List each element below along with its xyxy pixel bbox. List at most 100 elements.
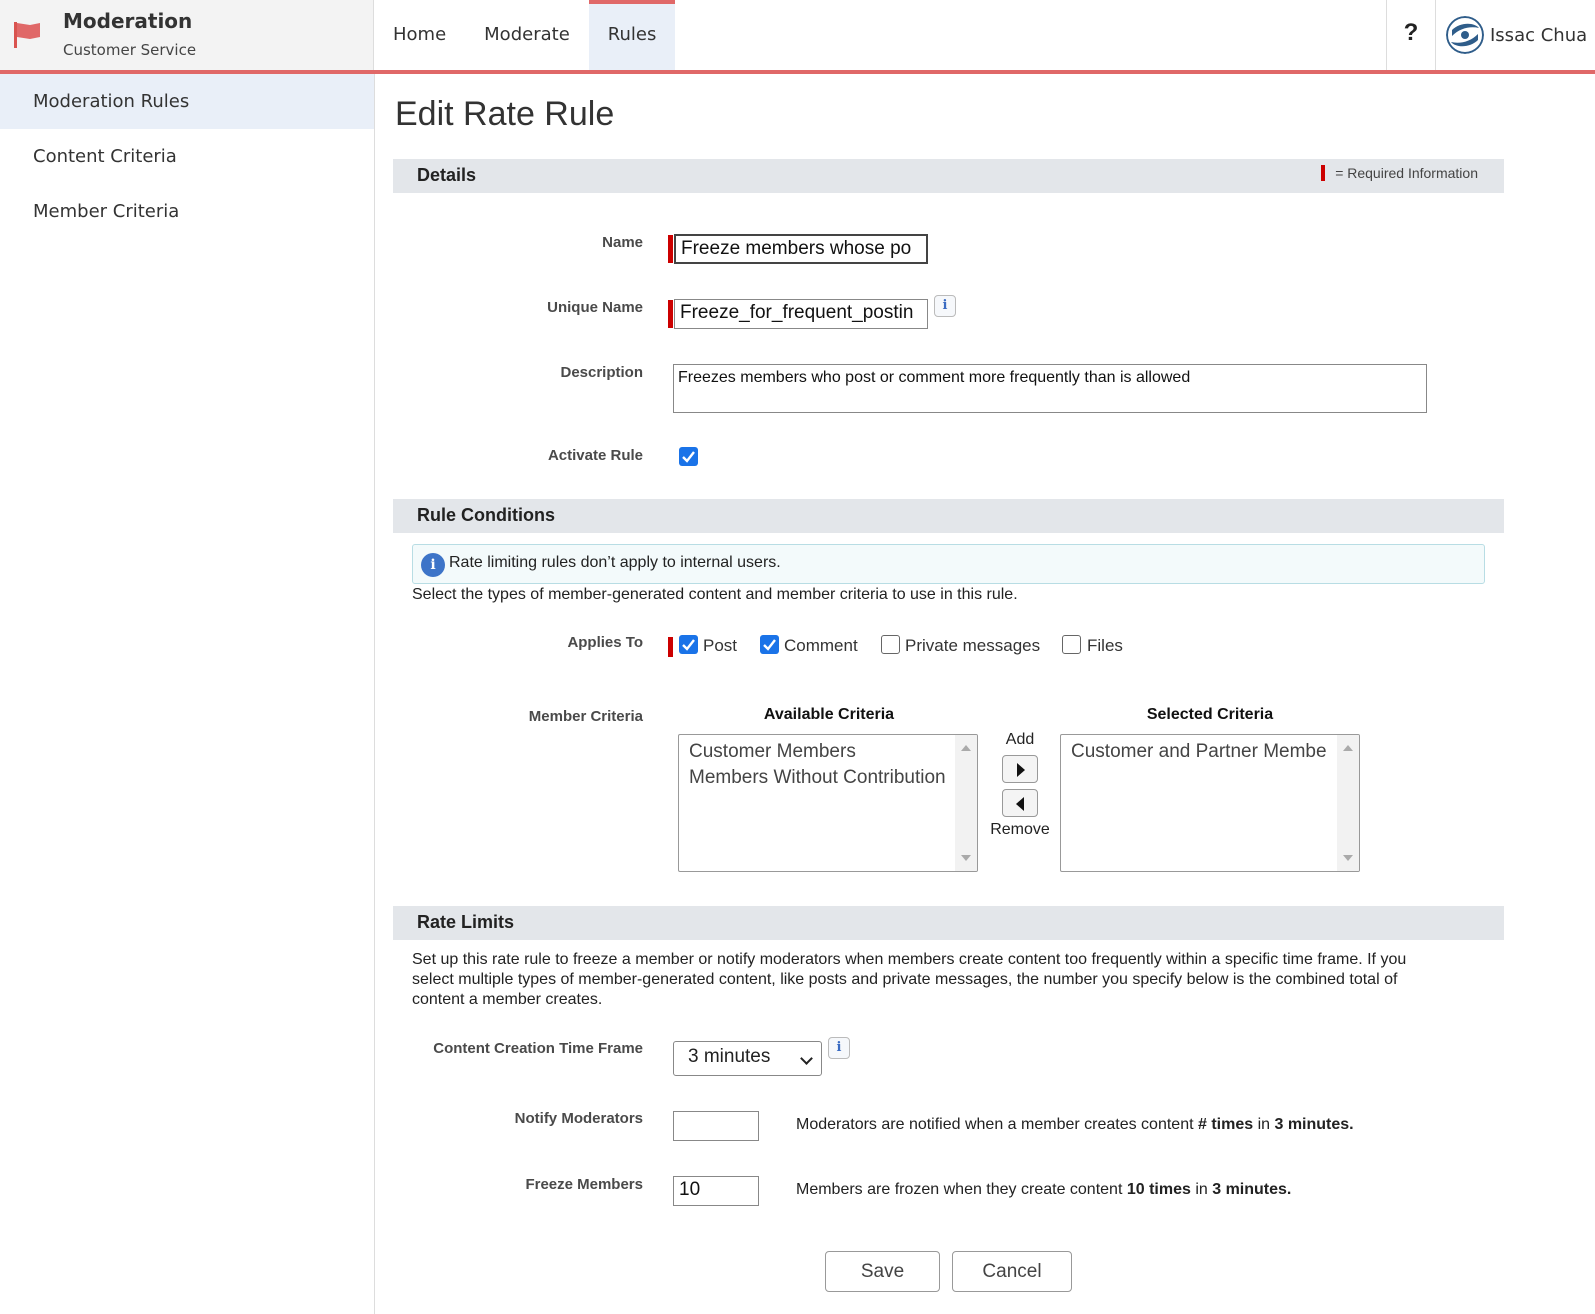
time-frame-info-icon[interactable]: i [828,1037,850,1059]
selected-criteria-heading: Selected Criteria [1146,706,1274,723]
sidebar: Moderation Rules Content Criteria Member… [0,74,375,1314]
notice-text: Rate limiting rules don’t apply to inter… [449,554,781,571]
comment-label[interactable]: Comment [784,636,858,656]
applies-to-label: Applies To [567,634,643,651]
conditions-instructions: Select the types of member-generated con… [412,586,1018,603]
files-checkbox[interactable] [1062,635,1081,654]
applies-to-required-marker [668,637,673,657]
scroll-up-icon [961,745,971,751]
required-legend-text: = Required Information [1335,165,1478,181]
save-button[interactable]: Save [825,1251,940,1292]
private-messages-label[interactable]: Private messages [905,636,1040,656]
scroll-down-icon [1343,855,1353,861]
checkmark-icon [682,451,695,463]
tab-moderate[interactable]: Moderate [465,0,589,70]
page-title: Edit Rate Rule [395,95,615,133]
notify-duration: 3 minutes. [1274,1116,1354,1133]
time-frame-label: Content Creation Time Frame [433,1040,643,1057]
checkmark-icon [682,639,695,651]
info-notice: i Rate limiting rules don’t apply to int… [412,544,1485,584]
top-bar: Moderation Customer Service Home Moderat… [0,0,1595,74]
details-section-header: Details = Required Information [393,159,1504,193]
rate-limits-heading: Rate Limits [417,912,515,932]
time-frame-select[interactable]: 3 minutes [673,1041,822,1076]
arrow-right-icon [1017,763,1025,777]
available-criteria-list[interactable]: Customer Members Members Without Contrib… [678,734,978,872]
add-button[interactable] [1002,755,1038,783]
selected-criteria-list[interactable]: Customer and Partner Membe [1060,734,1360,872]
rate-limits-description-line: content a member creates. [412,991,603,1008]
notify-in: in [1253,1116,1275,1133]
available-option[interactable]: Customer Members [679,739,957,765]
member-criteria-label: Member Criteria [528,708,643,725]
available-option[interactable]: Members Without Contribution [679,765,957,791]
user-name: Issac Chua [1490,24,1588,46]
notify-moderators-input[interactable] [673,1111,759,1141]
time-frame-value: 3 minutes [688,1046,771,1067]
sidebar-item-content-criteria[interactable]: Content Criteria [0,129,374,184]
freeze-times: 10 times [1126,1181,1191,1198]
chevron-down-icon [800,1052,813,1065]
name-input[interactable]: Freeze members whose po [674,234,928,264]
rate-limits-description: Set up this rate rule to freeze a member… [412,950,1492,1010]
post-checkbox[interactable] [679,635,698,654]
activate-rule-checkbox[interactable] [679,447,698,466]
notify-moderators-label: Notify Moderators [514,1110,643,1127]
remove-caption: Remove [990,821,1050,838]
description-label: Description [560,364,643,381]
unique-name-input[interactable]: Freeze_for_frequent_postin [674,299,928,329]
unique-name-info-icon[interactable]: i [934,295,956,317]
freeze-members-label: Freeze Members [525,1176,643,1193]
freeze-duration: 3 minutes. [1212,1181,1292,1198]
required-legend: = Required Information [1321,165,1478,181]
name-required-marker [668,235,673,263]
app-subtitle: Customer Service [63,41,197,59]
selected-option[interactable]: Customer and Partner Membe [1061,739,1339,765]
freeze-members-input[interactable]: 10 [673,1176,759,1206]
user-menu[interactable]: Issac Chua [1446,0,1587,70]
tab-rules[interactable]: Rules [588,0,676,70]
rate-limits-description-line: Set up this rate rule to freeze a member… [412,951,1407,968]
activate-rule-label: Activate Rule [547,447,643,464]
unique-name-required-marker [668,300,673,328]
rate-limits-description-line: select multiple types of member-generate… [412,971,1398,988]
freeze-text: Members are frozen when they create cont… [796,1181,1127,1198]
add-caption: Add [1005,731,1035,748]
remove-button[interactable] [1002,789,1038,817]
notify-text: Moderators are notified when a member cr… [796,1116,1198,1133]
checkmark-icon [763,639,776,651]
tab-home[interactable]: Home [374,0,465,70]
comment-checkbox[interactable] [760,635,779,654]
unique-name-label: Unique Name [547,299,643,316]
avatar-icon [1446,16,1484,54]
flag-icon [14,22,40,48]
freeze-in: in [1190,1181,1213,1198]
post-label[interactable]: Post [703,636,737,656]
app-brand[interactable]: Moderation Customer Service [0,0,374,70]
main-nav: Home Moderate Rules [374,0,676,70]
freeze-members-help: Members are frozen when they create cont… [796,1180,1291,1200]
info-circle-icon: i [421,553,445,577]
scroll-up-icon [1343,745,1353,751]
app-title: Moderation [63,9,193,33]
rate-limits-section-header: Rate Limits [393,906,1504,940]
help-button[interactable]: ? [1386,0,1436,70]
available-scrollbar[interactable] [955,735,977,871]
notify-times: # times [1197,1116,1254,1133]
cancel-button[interactable]: Cancel [952,1251,1072,1292]
rule-conditions-section-header: Rule Conditions [393,499,1504,533]
private-messages-checkbox[interactable] [881,635,900,654]
available-criteria-heading: Available Criteria [763,706,895,723]
scroll-down-icon [961,855,971,861]
details-heading: Details [417,165,477,185]
description-textarea[interactable]: Freezes members who post or comment more… [673,364,1427,413]
files-label[interactable]: Files [1087,636,1123,656]
required-marker [1321,165,1326,181]
selected-scrollbar[interactable] [1337,735,1359,871]
name-label: Name [602,234,643,251]
notify-moderators-help: Moderators are notified when a member cr… [796,1115,1354,1135]
arrow-left-icon [1016,797,1024,811]
rule-conditions-heading: Rule Conditions [417,505,555,525]
sidebar-item-member-criteria[interactable]: Member Criteria [0,184,374,239]
sidebar-item-moderation-rules[interactable]: Moderation Rules [0,74,374,129]
